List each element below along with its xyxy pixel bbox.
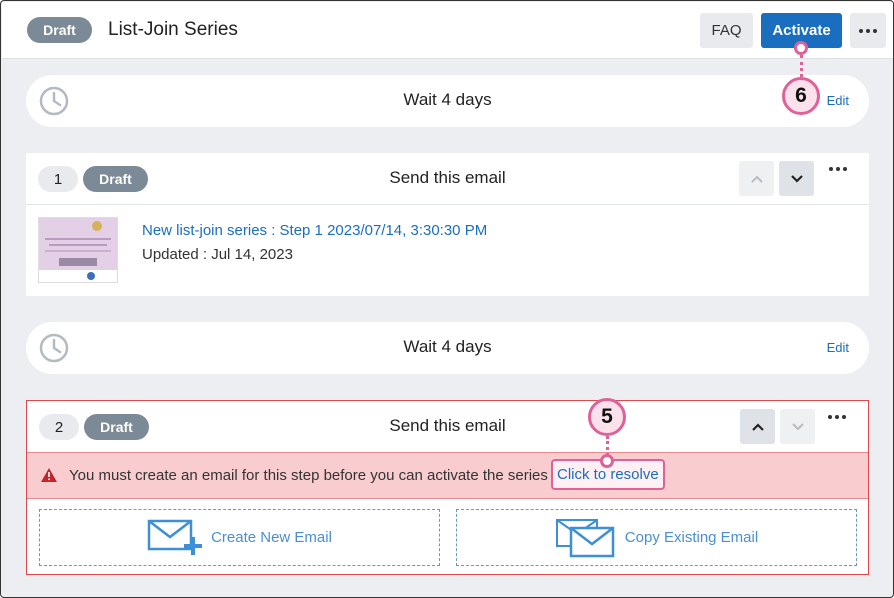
page-title: List-Join Series (108, 19, 238, 40)
warning-banner: You must create an email for this step b… (27, 453, 868, 499)
callout-marker (794, 41, 808, 55)
callout-badge-5: 5 (588, 398, 626, 436)
step-body: New list-join series : Step 1 2023/07/14… (26, 205, 869, 295)
edit-wait-link[interactable]: Edit (827, 93, 849, 108)
callout-connector (800, 55, 803, 77)
copy-envelope-icon (555, 518, 615, 557)
callout-marker (600, 454, 614, 468)
step-more-button[interactable] (828, 415, 846, 419)
email-updated-date: Updated : Jul 14, 2023 (142, 246, 293, 263)
wait-step-1: Wait 4 days Edit (26, 75, 869, 127)
chevron-up-icon (750, 175, 763, 183)
callout-badge-6: 6 (782, 77, 820, 115)
faq-button[interactable]: FAQ (700, 13, 753, 48)
wait-step-2: Wait 4 days Edit (26, 322, 869, 374)
warning-icon (41, 468, 57, 482)
app-frame: Draft List-Join Series FAQ Activate Wait… (0, 0, 894, 598)
more-icon (828, 415, 846, 419)
copy-existing-email-button[interactable]: Copy Existing Email (456, 509, 857, 566)
callout-connector (606, 436, 609, 456)
email-step-1: 1 Draft Send this email New list-join se… (26, 153, 869, 296)
warning-message: You must create an email for this step b… (69, 467, 548, 484)
more-options-button[interactable] (850, 13, 886, 48)
copy-existing-email-label: Copy Existing Email (624, 529, 759, 546)
step-header: 2 Draft Send this email (27, 401, 868, 453)
move-down-button[interactable] (780, 409, 815, 444)
more-icon (859, 28, 877, 33)
move-up-button[interactable] (740, 409, 775, 444)
move-down-button[interactable] (779, 161, 814, 196)
wait-duration: Wait 4 days (403, 90, 492, 109)
edit-wait-link[interactable]: Edit (827, 340, 849, 355)
step-more-button[interactable] (829, 167, 847, 171)
move-up-button[interactable] (739, 161, 774, 196)
chevron-up-icon (751, 422, 764, 431)
header-bar: Draft List-Join Series FAQ Activate (2, 2, 893, 59)
more-icon (829, 167, 847, 171)
email-preview-image (39, 218, 117, 282)
envelope-plus-icon (147, 519, 203, 555)
email-link[interactable]: New list-join series : Step 1 2023/07/14… (142, 222, 487, 239)
step-header: 1 Draft Send this email (26, 153, 869, 205)
status-badge: Draft (27, 17, 92, 43)
create-new-email-label: Create New Email (211, 529, 332, 546)
email-thumbnail[interactable] (38, 217, 118, 283)
email-step-2: 2 Draft Send this email You must create … (26, 400, 869, 575)
chevron-down-icon (790, 174, 803, 183)
wait-duration: Wait 4 days (403, 337, 492, 356)
create-new-email-button[interactable]: Create New Email (39, 509, 440, 566)
chevron-down-icon (791, 422, 804, 430)
